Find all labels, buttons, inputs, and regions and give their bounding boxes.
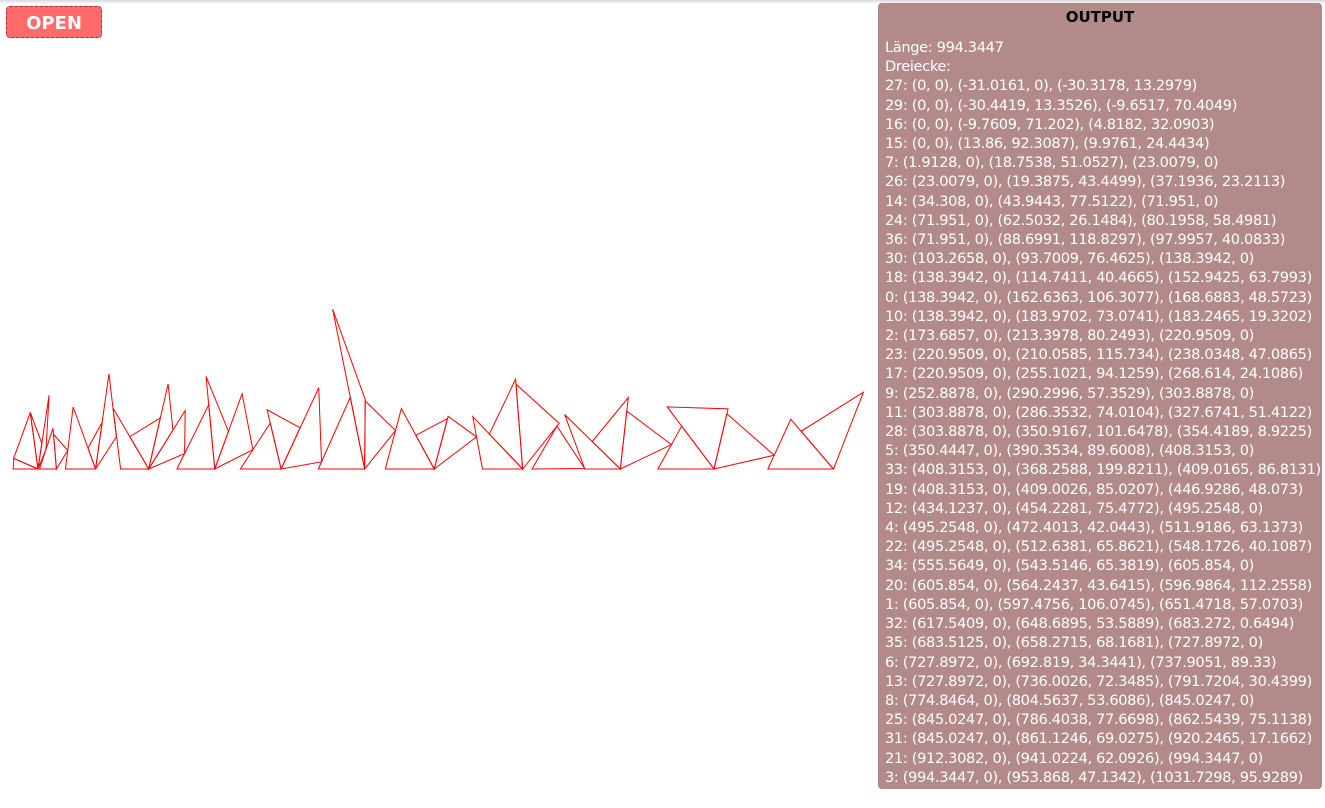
triangle-list-item: 9: (252.8878, 0), (290.2996, 57.3529), (… <box>885 384 1255 402</box>
triangle-25 <box>666 406 729 471</box>
triangles-heading: Dreiecke: <box>885 58 951 76</box>
triangle-list-item: 26: (23.0079, 0), (19.3875, 43.4499), (3… <box>885 173 1286 191</box>
triangle-list-item: 18: (138.3942, 0), (114.7411, 40.4665), … <box>885 269 1312 287</box>
triangle-21 <box>767 418 835 470</box>
triangle-list-item: 29: (0, 0), (-30.4419, 13.3526), (-9.651… <box>885 96 1238 114</box>
triangle-canvas <box>12 308 865 471</box>
triangle-list-item: 21: (912.3082, 0), (941.0224, 62.0926), … <box>885 749 1263 767</box>
triangle-14 <box>64 406 97 470</box>
triangle-31 <box>713 412 776 470</box>
triangle-1 <box>515 382 560 471</box>
triangle-list-item: 11: (303.8878, 0), (286.3532, 74.0104), … <box>885 403 1312 421</box>
triangle-list-item: 5: (350.4447, 0), (390.3534, 89.6008), (… <box>885 442 1255 460</box>
triangle-list-item: 3: (994.3447, 0), (953.868, 47.1342), (1… <box>885 768 1303 786</box>
triangle-list-item: 17: (220.9509, 0), (255.1021, 94.1259), … <box>885 365 1303 383</box>
triangle-36 <box>95 373 117 470</box>
triangle-list-item: 12: (434.1237, 0), (454.2281, 75.4772), … <box>885 499 1263 517</box>
triangle-0 <box>148 383 174 470</box>
triangle-list-item: 8: (774.8464, 0), (804.5637, 53.6086), (… <box>885 691 1255 709</box>
triangle-16 <box>29 411 43 470</box>
triangle-list-item: 31: (845.0247, 0), (861.1246, 69.0275), … <box>885 730 1312 748</box>
triangle-12 <box>384 407 436 470</box>
triangle-list-item: 22: (495.2548, 0), (512.6381, 65.8621), … <box>885 538 1312 556</box>
triangle-list-item: 20: (605.854, 0), (564.2437, 43.6415), (… <box>885 576 1312 594</box>
triangle-28 <box>280 387 323 470</box>
output-title: OUTPUT <box>1065 8 1135 26</box>
triangle-list-item: 28: (303.8878, 0), (350.9167, 101.6478),… <box>885 423 1312 441</box>
triangle-list-item: 24: (71.951, 0), (62.5032, 26.1484), (80… <box>885 211 1277 229</box>
triangle-list-item: 15: (0, 0), (13.86, 92.3087), (9.9761, 2… <box>885 135 1210 153</box>
triangle-list-item: 6: (727.8972, 0), (692.819, 34.3441), (7… <box>885 653 1277 671</box>
open-button[interactable]: OPEN <box>6 6 102 38</box>
triangle-6 <box>591 395 630 471</box>
triangle-23 <box>205 376 229 470</box>
output-body: Länge: 994.3447 Dreiecke: 27: (0, 0), (-… <box>885 38 1321 787</box>
triangle-list-item: 1: (605.854, 0), (597.4756, 106.0745), (… <box>885 595 1303 613</box>
triangle-list-item: 23: (220.9509, 0), (210.0585, 115.734), … <box>885 346 1312 364</box>
triangle-13 <box>619 410 673 470</box>
triangle-list-item: 10: (138.3942, 0), (183.9702, 73.0741), … <box>885 307 1312 325</box>
triangle-20 <box>488 377 524 471</box>
triangle-22 <box>433 415 478 471</box>
triangle-list-item: 25: (845.0247, 0), (786.4038, 77.6698), … <box>885 711 1312 729</box>
triangle-list-item: 14: (34.308, 0), (43.9443, 77.5122), (71… <box>885 192 1219 210</box>
triangle-19 <box>364 399 397 471</box>
triangle-list-item: 19: (408.3153, 0), (409.0026, 85.0207), … <box>885 480 1303 498</box>
triangle-list-item: 36: (71.951, 0), (88.6991, 118.8297), (9… <box>885 231 1286 249</box>
triangle-list-item: 32: (617.5409, 0), (648.6895, 53.5889), … <box>885 615 1295 633</box>
triangle-4 <box>415 417 449 471</box>
triangle-list-item: 13: (727.8972, 0), (736.0026, 72.3485), … <box>885 672 1312 690</box>
triangle-list-item: 27: (0, 0), (-31.0161, 0), (-30.3178, 13… <box>885 77 1198 95</box>
triangle-list-item: 35: (683.5125, 0), (658.2715, 68.1681), … <box>885 634 1263 652</box>
triangle-list-item: 7: (1.9128, 0), (18.7538, 51.0527), (23.… <box>885 154 1219 172</box>
output-panel: OUTPUT Länge: 994.3447 Dreiecke: 27: (0,… <box>878 3 1322 789</box>
length-line: Länge: 994.3447 <box>885 39 1004 56</box>
triangle-list-item: 0: (138.3942, 0), (162.6363, 106.3077), … <box>885 288 1312 306</box>
triangle-9 <box>239 421 282 470</box>
triangle-list-item: 30: (103.2658, 0), (93.7009, 76.4625), (… <box>885 250 1255 268</box>
triangle-list-item: 16: (0, 0), (-9.7609, 71.202), (4.8182, … <box>885 115 1215 133</box>
triangle-3 <box>800 391 865 470</box>
triangle-list-item: 2: (173.6857, 0), (213.3978, 80.2493), (… <box>885 327 1255 345</box>
triangle-list-item: 4: (495.2548, 0), (472.4013, 42.0443), (… <box>885 519 1303 537</box>
triangle-layer <box>12 308 865 471</box>
triangle-33 <box>332 308 366 470</box>
triangle-10 <box>147 408 186 471</box>
triangle-list-item: 33: (408.3153, 0), (368.2588, 199.8211),… <box>885 461 1321 479</box>
triangle-list-item: 34: (555.5649, 0), (543.5146, 65.3819), … <box>885 557 1255 575</box>
triangle-18 <box>129 416 162 471</box>
